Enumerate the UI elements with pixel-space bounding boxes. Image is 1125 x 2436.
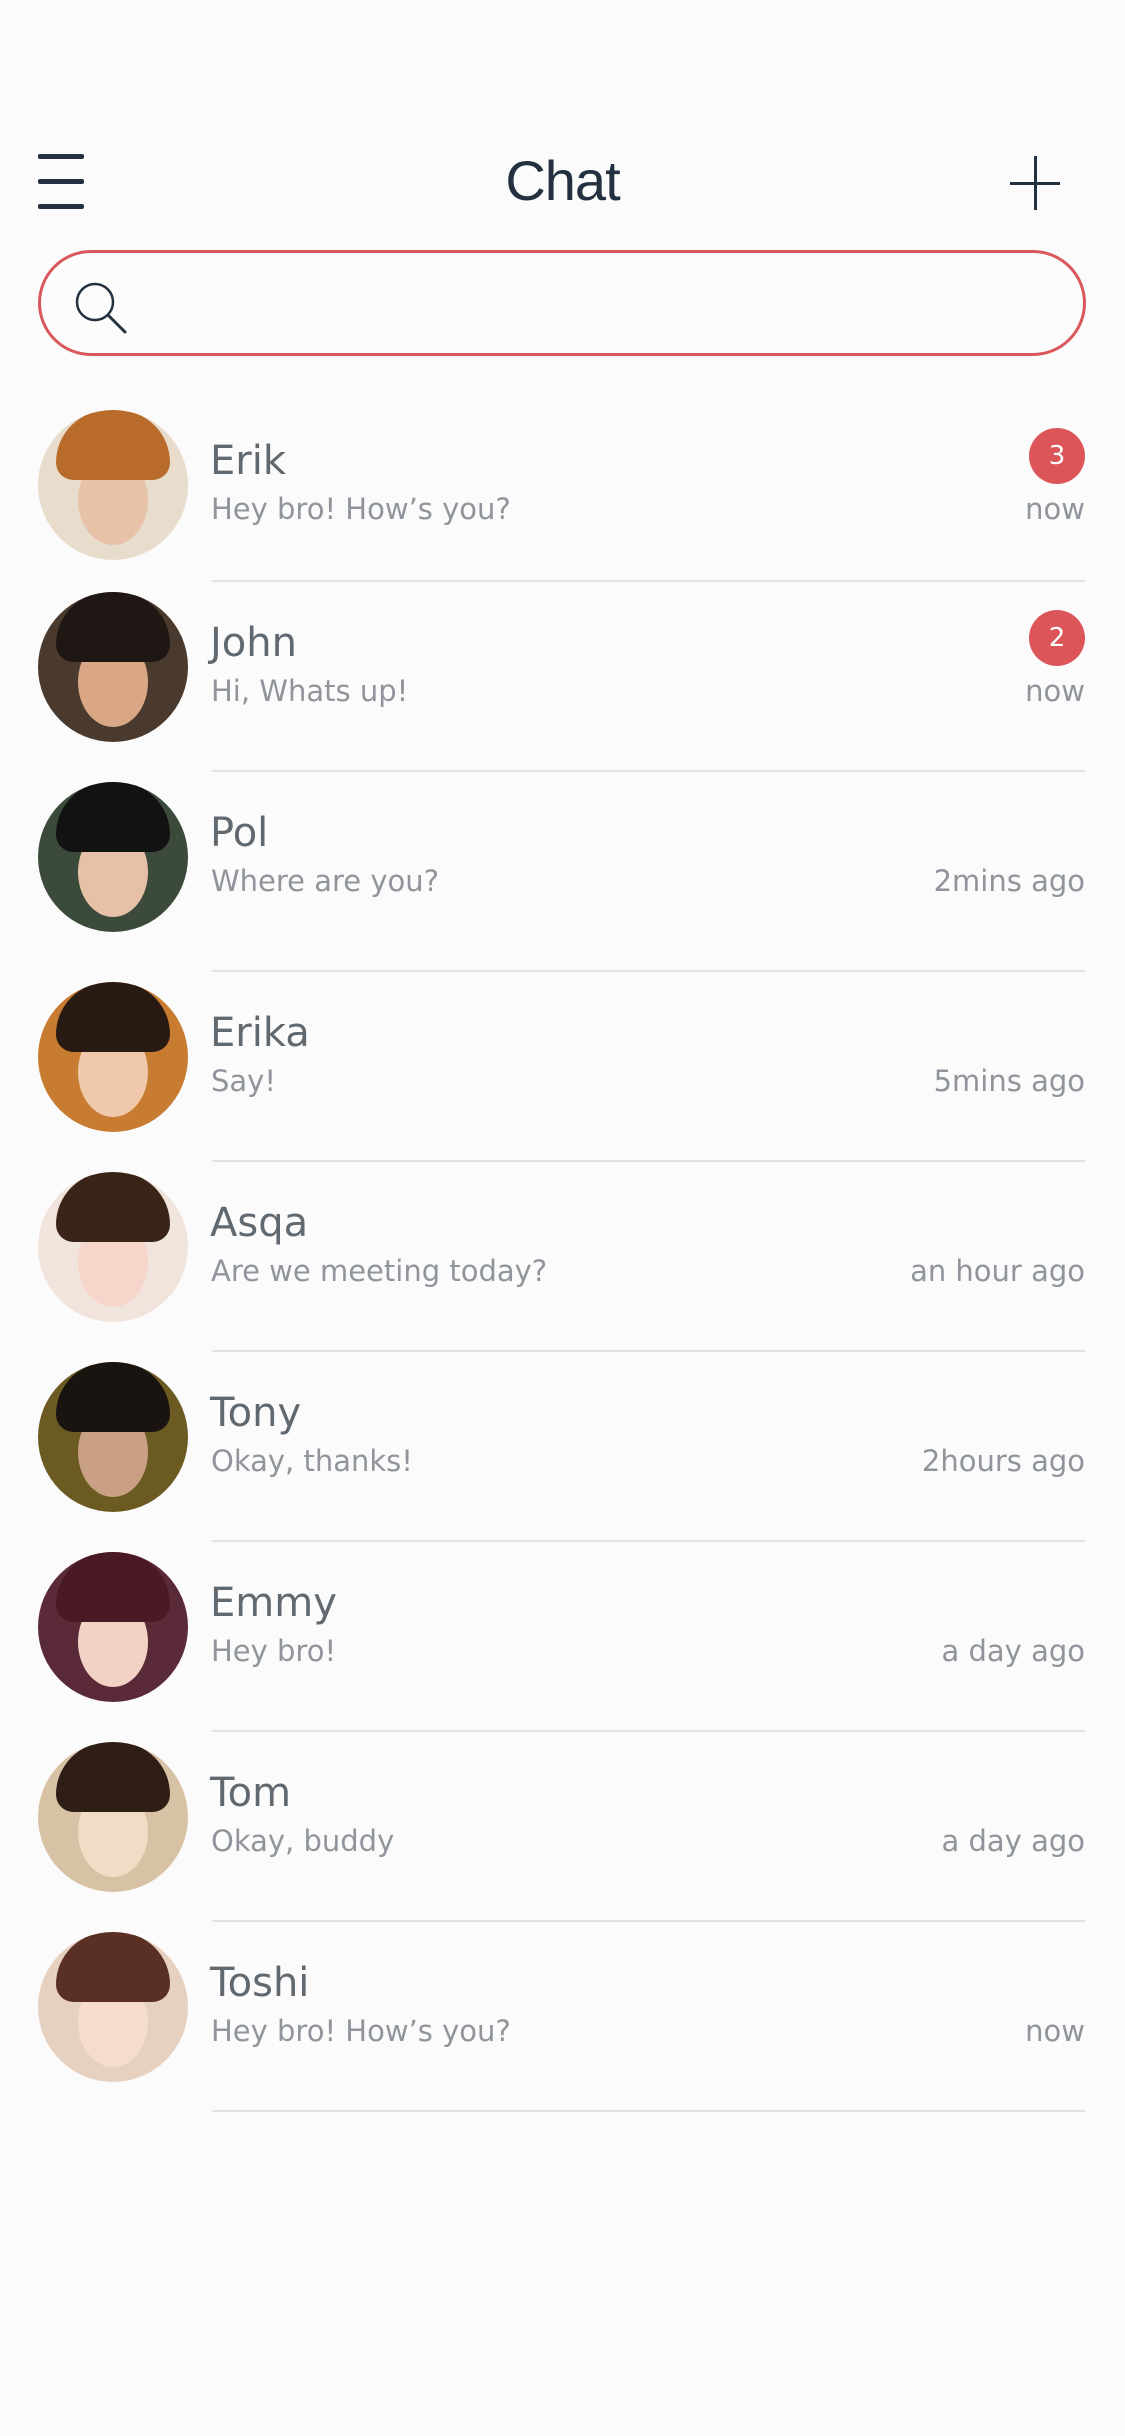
divider xyxy=(212,2110,1085,2112)
avatar xyxy=(38,1362,188,1512)
last-message: Hey bro! How’s you? xyxy=(211,2014,511,2048)
last-message: Where are you? xyxy=(211,864,440,898)
contact-name: Emmy xyxy=(210,1580,337,1626)
timestamp: 2mins ago xyxy=(933,864,1085,898)
chat-list-item[interactable]: Asqa Are we meeting today? an hour ago xyxy=(0,1162,1125,1352)
last-message: Hey bro! How’s you? xyxy=(211,492,511,526)
chat-list-item[interactable]: Toshi Hey bro! How’s you? now xyxy=(0,1922,1125,2112)
contact-name: Toshi xyxy=(210,1960,310,2006)
plus-icon[interactable] xyxy=(1010,154,1060,212)
unread-badge: 2 xyxy=(1029,610,1085,666)
chat-list-item[interactable]: Pol Where are you? 2mins ago xyxy=(0,772,1125,972)
contact-name: Tony xyxy=(210,1390,302,1436)
last-message: Okay, thanks! xyxy=(211,1444,413,1478)
last-message: Say! xyxy=(211,1064,276,1098)
timestamp: now xyxy=(1025,2014,1085,2048)
search-icon xyxy=(75,282,127,334)
avatar-hair xyxy=(56,1552,170,1622)
chat-list-item[interactable]: John Hi, Whats up! 2 now xyxy=(0,582,1125,772)
chat-list-item[interactable]: Emmy Hey bro! a day ago xyxy=(0,1542,1125,1732)
timestamp: a day ago xyxy=(941,1824,1085,1858)
search-input[interactable] xyxy=(151,271,1051,335)
chat-list-item[interactable]: Tom Okay, buddy a day ago xyxy=(0,1732,1125,1922)
timestamp: 5mins ago xyxy=(933,1064,1085,1098)
contact-name: Erik xyxy=(210,438,286,484)
avatar xyxy=(38,982,188,1132)
chat-list-item[interactable]: Tony Okay, thanks! 2hours ago xyxy=(0,1352,1125,1542)
search-bar[interactable] xyxy=(38,250,1086,356)
avatar-hair xyxy=(56,1172,170,1242)
header: Chat xyxy=(0,130,1125,240)
contact-name: John xyxy=(210,620,297,666)
avatar xyxy=(38,1742,188,1892)
timestamp: an hour ago xyxy=(910,1254,1085,1288)
chat-screen: Chat Erik Hey bro! How’s you? 3 now John Hi, … xyxy=(0,0,1125,2436)
page-title: Chat xyxy=(505,149,620,212)
last-message: Okay, buddy xyxy=(211,1824,395,1858)
unread-badge: 3 xyxy=(1029,428,1085,484)
last-message: Hey bro! xyxy=(211,1634,337,1668)
timestamp: 2hours ago xyxy=(921,1444,1085,1478)
chat-list-item[interactable]: Erika Say! 5mins ago xyxy=(0,972,1125,1162)
avatar-hair xyxy=(56,1932,170,2002)
avatar-hair xyxy=(56,1362,170,1432)
chat-list-item[interactable]: Erik Hey bro! How’s you? 3 now xyxy=(0,400,1125,582)
avatar xyxy=(38,410,188,560)
avatar-hair xyxy=(56,592,170,662)
timestamp: a day ago xyxy=(941,1634,1085,1668)
timestamp: now xyxy=(1025,492,1085,526)
avatar xyxy=(38,782,188,932)
last-message: Hi, Whats up! xyxy=(211,674,409,708)
contact-name: Tom xyxy=(210,1770,292,1816)
avatar-hair xyxy=(56,782,170,852)
contact-name: Pol xyxy=(210,810,269,856)
contact-name: Asqa xyxy=(210,1200,309,1246)
timestamp: now xyxy=(1025,674,1085,708)
avatar-hair xyxy=(56,410,170,480)
avatar xyxy=(38,1552,188,1702)
avatar xyxy=(38,1932,188,2082)
avatar xyxy=(38,1172,188,1322)
last-message: Are we meeting today? xyxy=(211,1254,548,1288)
avatar-hair xyxy=(56,982,170,1052)
avatar-hair xyxy=(56,1742,170,1812)
contact-name: Erika xyxy=(210,1010,310,1056)
chat-list: Erik Hey bro! How’s you? 3 now John Hi, Whats… xyxy=(0,400,1125,2112)
avatar xyxy=(38,592,188,742)
